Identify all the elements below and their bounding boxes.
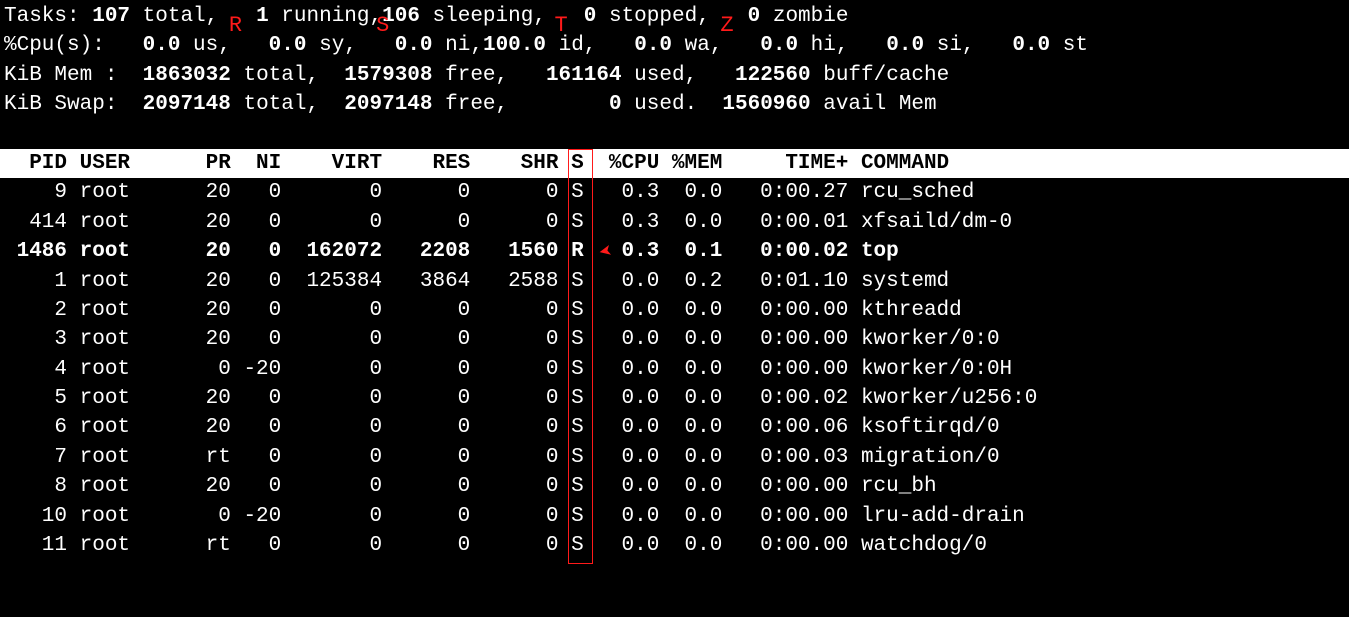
anno-stopped-icon: T: [555, 11, 568, 42]
table-row[interactable]: 8 root 20 0 0 0 0 S 0.0 0.0 0:00.00 rcu_…: [0, 472, 1349, 501]
table-row[interactable]: 1 root 20 0 125384 3864 2588 S 0.0 0.2 0…: [0, 267, 1349, 296]
table-row[interactable]: 3 root 20 0 0 0 0 S 0.0 0.0 0:00.00 kwor…: [0, 325, 1349, 354]
anno-sleeping-icon: S: [376, 11, 389, 42]
table-row[interactable]: 5 root 20 0 0 0 0 S 0.0 0.0 0:00.02 kwor…: [0, 384, 1349, 413]
table-row[interactable]: 6 root 20 0 0 0 0 S 0.0 0.0 0:00.06 ksof…: [0, 413, 1349, 442]
tasks-line: Tasks: 107 total, R 1 running,S106 sleep…: [0, 2, 1349, 31]
anno-zombie-icon: Z: [720, 11, 733, 42]
swap-line: KiB Swap: 2097148 total, 2097148 free, 0…: [0, 90, 1349, 119]
table-row[interactable]: 2 root 20 0 0 0 0 S 0.0 0.0 0:00.00 kthr…: [0, 296, 1349, 325]
table-row[interactable]: 1486 root 20 0 162072 2208 1560 R 0.3 0.…: [0, 237, 1349, 266]
tasks-running: 1: [256, 5, 269, 28]
tasks-total: 107: [92, 5, 130, 28]
table-row[interactable]: 414 root 20 0 0 0 0 S 0.3 0.0 0:00.01 xf…: [0, 208, 1349, 237]
table-header[interactable]: PID USER PR NI VIRT RES SHR S %CPU %MEM …: [0, 149, 1349, 178]
table-row[interactable]: 4 root 0 -20 0 0 0 S 0.0 0.0 0:00.00 kwo…: [0, 355, 1349, 384]
table-row[interactable]: 7 root rt 0 0 0 0 S 0.0 0.0 0:00.03 migr…: [0, 443, 1349, 472]
table-row[interactable]: 11 root rt 0 0 0 0 S 0.0 0.0 0:00.00 wat…: [0, 531, 1349, 560]
table-row[interactable]: 9 root 20 0 0 0 0 S 0.3 0.0 0:00.27 rcu_…: [0, 178, 1349, 207]
anno-running-icon: R: [229, 11, 242, 42]
cpu-line: %Cpu(s): 0.0 us, 0.0 sy, 0.0 ni,100.0 id…: [0, 31, 1349, 60]
tasks-stopped: 0: [584, 5, 597, 28]
table-row[interactable]: 10 root 0 -20 0 0 0 S 0.0 0.0 0:00.00 lr…: [0, 502, 1349, 531]
tasks-zombie: 0: [748, 5, 761, 28]
blank-line: [0, 120, 1349, 149]
mem-line: KiB Mem : 1863032 total, 1579308 free, 1…: [0, 61, 1349, 90]
tasks-label: Tasks:: [4, 5, 92, 28]
